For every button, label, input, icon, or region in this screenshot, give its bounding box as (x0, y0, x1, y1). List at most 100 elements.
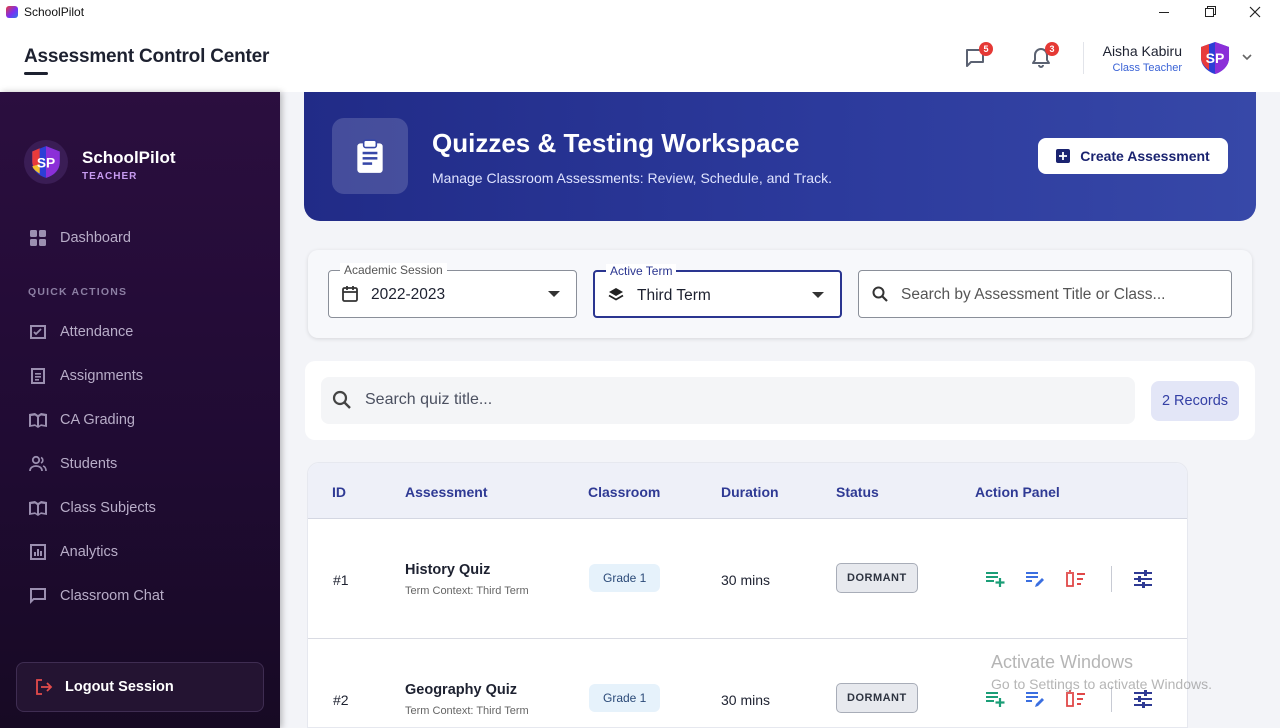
row-term-context: Term Context: Third Term (405, 705, 529, 717)
students-icon (29, 455, 47, 472)
brand-logo-icon: SP (24, 140, 68, 184)
sidebar-item-label: Assignments (60, 368, 144, 384)
sidebar-item-label: CA Grading (60, 412, 135, 428)
sidebar-item-label: Analytics (60, 544, 119, 560)
header-divider (1083, 42, 1084, 74)
sidebar-item-analytics[interactable]: Analytics (28, 540, 118, 564)
academic-session-value: 2022-2023 (371, 286, 446, 303)
sidebar-item-label: Classroom Chat (60, 588, 164, 604)
app-logo-icon (6, 6, 18, 18)
create-assessment-button[interactable]: Create Assessment (1038, 138, 1228, 174)
hero-title: Quizzes & Testing Workspace (432, 128, 800, 158)
edit-assessment-button[interactable] (1024, 568, 1046, 590)
column-header-classroom: Classroom (588, 484, 661, 500)
attendance-icon (30, 325, 46, 339)
active-term-value: Third Term (637, 287, 711, 304)
avatar[interactable]: SP (1197, 40, 1233, 76)
window-title: SchoolPilot (24, 5, 85, 19)
activate-windows-hint: Go to Settings to activate Windows. (991, 676, 1212, 692)
logout-icon (36, 679, 53, 695)
user-role: Class Teacher (1112, 62, 1183, 74)
close-window-button[interactable] (1232, 0, 1278, 24)
analytics-icon (30, 544, 46, 560)
clipboard-icon (332, 118, 408, 194)
search-icon (872, 286, 888, 302)
quick-actions-heading: QUICK ACTIONS (28, 286, 128, 298)
settings-sliders-button[interactable] (1132, 568, 1154, 590)
delete-assessment-button[interactable] (1064, 568, 1086, 590)
quiz-search-card: Search quiz title... 2 Records (305, 361, 1255, 440)
brand-role: TEACHER (82, 171, 138, 182)
row-term-context: Term Context: Third Term (405, 585, 529, 597)
active-term-label: Active Term (606, 264, 677, 278)
sidebar: SP SchoolPilot TEACHER Dashboard QUICK A… (0, 92, 280, 728)
sidebar-item-classroom-chat[interactable]: Classroom Chat (28, 584, 164, 608)
delete-sweep-icon (1066, 570, 1085, 587)
table-row: #1 History Quiz Term Context: Third Term… (308, 519, 1187, 639)
add-question-button[interactable] (984, 568, 1006, 590)
search-icon (332, 390, 351, 409)
layers-icon (608, 288, 624, 301)
sidebar-item-assignments[interactable]: Assignments (28, 364, 143, 388)
schoolpilot-shield-icon: SP (1201, 42, 1229, 74)
sidebar-item-label: Attendance (60, 324, 134, 340)
calendar-icon (342, 286, 358, 302)
classroom-badge: Grade 1 (589, 684, 661, 712)
filters-card: Academic Session 2022-2023 Active Term T… (308, 250, 1252, 338)
sidebar-item-label: Class Subjects (60, 500, 156, 516)
add-box-icon (1056, 149, 1071, 163)
column-header-action-panel: Action Panel (975, 484, 1060, 500)
svg-text:SP: SP (1206, 50, 1225, 66)
grading-icon (29, 413, 47, 428)
row-assessment-title: Geography Quiz (405, 682, 517, 698)
messages-badge: 5 (979, 42, 993, 56)
logout-button[interactable]: Logout Session (16, 662, 264, 712)
assignments-icon (31, 368, 45, 384)
records-count-badge: 2 Records (1151, 381, 1239, 421)
sidebar-item-attendance[interactable]: Attendance (28, 320, 133, 344)
action-divider (1111, 566, 1112, 592)
close-icon (1249, 6, 1261, 18)
sidebar-item-ca-grading[interactable]: CA Grading (28, 408, 135, 432)
title-underline (24, 72, 48, 75)
minimize-button[interactable] (1141, 0, 1187, 24)
quiz-search-placeholder: Search quiz title... (365, 391, 493, 408)
status-badge: DORMANT (836, 683, 918, 713)
messages-button[interactable]: 5 (963, 42, 993, 72)
row-assessment-title: History Quiz (405, 562, 491, 578)
top-header: Assessment Control Center 5 3 Aisha Kabi… (0, 24, 1280, 92)
assessment-search-input[interactable]: Search by Assessment Title or Class... (858, 270, 1232, 318)
column-header-assessment: Assessment (405, 484, 488, 500)
row-duration: 30 mins (721, 572, 771, 588)
playlist-add-icon (986, 572, 1005, 587)
chevron-down-icon[interactable] (1240, 50, 1254, 64)
subjects-icon (29, 501, 47, 516)
row-id: #2 (333, 692, 349, 708)
sidebar-item-label: Dashboard (60, 230, 131, 246)
quiz-search-input[interactable]: Search quiz title... (321, 377, 1135, 424)
academic-session-label: Academic Session (340, 263, 447, 277)
dropdown-arrow-icon (548, 291, 560, 297)
page-title: Assessment Control Center (24, 46, 270, 67)
hero-subtitle: Manage Classroom Assessments: Review, Sc… (432, 170, 832, 186)
column-header-id: ID (332, 484, 346, 500)
sidebar-item-students[interactable]: Students (28, 452, 117, 476)
svg-text:SP: SP (37, 155, 55, 170)
row-duration: 30 mins (721, 692, 771, 708)
tune-icon (1134, 570, 1152, 588)
row-id: #1 (333, 572, 349, 588)
create-assessment-label: Create Assessment (1080, 148, 1210, 164)
status-badge: DORMANT (836, 563, 918, 593)
restore-button[interactable] (1186, 0, 1232, 24)
academic-session-select[interactable]: Academic Session 2022-2023 (328, 263, 577, 318)
window-titlebar: SchoolPilot (0, 0, 1280, 24)
column-header-status: Status (836, 484, 879, 500)
logout-label: Logout Session (65, 679, 174, 695)
notifications-button[interactable]: 3 (1029, 42, 1059, 72)
sidebar-item-label: Students (60, 456, 118, 472)
classroom-badge: Grade 1 (589, 564, 661, 592)
sidebar-item-class-subjects[interactable]: Class Subjects (28, 496, 156, 520)
active-term-select[interactable]: Active Term Third Term (593, 264, 842, 318)
sidebar-item-dashboard[interactable]: Dashboard (28, 226, 131, 250)
dashboard-icon (30, 230, 46, 246)
